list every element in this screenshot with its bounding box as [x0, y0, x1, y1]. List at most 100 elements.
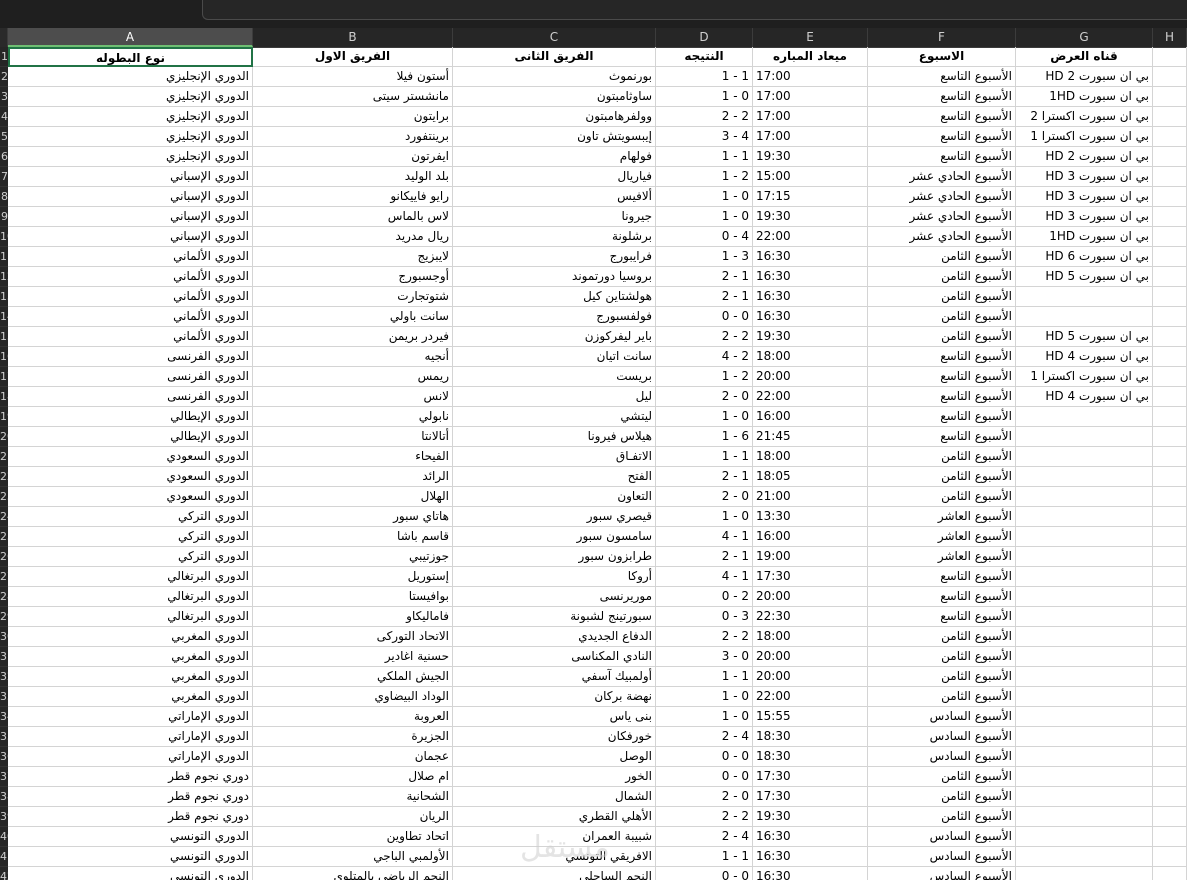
table-cell[interactable]: 2 - 0 — [656, 587, 753, 607]
table-cell[interactable]: الأسبوع الحادي عشر — [868, 207, 1016, 227]
table-cell[interactable] — [1153, 687, 1187, 707]
table-cell[interactable]: الأسبوع العاشر — [868, 527, 1016, 547]
table-cell[interactable]: 1 - 4 — [656, 527, 753, 547]
row-number[interactable]: 41 — [0, 847, 8, 867]
row-number[interactable]: 38 — [0, 787, 8, 807]
table-cell[interactable]: ساوثامبتون — [453, 87, 656, 107]
row-number[interactable]: 18 — [0, 387, 8, 407]
row-number[interactable]: 31 — [0, 647, 8, 667]
table-cell[interactable]: 18:00 — [753, 627, 868, 647]
table-cell[interactable] — [1016, 587, 1153, 607]
table-cell[interactable] — [1153, 147, 1187, 167]
table-cell[interactable] — [1153, 847, 1187, 867]
table-cell[interactable]: الدوري التونسي — [8, 827, 253, 847]
table-cell[interactable]: 19:30 — [753, 807, 868, 827]
table-cell[interactable] — [1016, 307, 1153, 327]
table-cell[interactable]: بي ان سبورت 6 HD — [1016, 247, 1153, 267]
table-cell[interactable]: رايو فاييكانو — [253, 187, 453, 207]
table-cell[interactable]: الدوري الإنجليزي — [8, 147, 253, 167]
table-cell[interactable]: الاتحاد التوركى — [253, 627, 453, 647]
table-cell[interactable]: الهلال — [253, 487, 453, 507]
table-cell[interactable]: 2 - 2 — [656, 807, 753, 827]
table-cell[interactable]: الأسبوع الثامن — [868, 807, 1016, 827]
table-cell[interactable] — [1153, 867, 1187, 880]
row-number[interactable]: 39 — [0, 807, 8, 827]
table-cell[interactable]: 1 - 2 — [656, 467, 753, 487]
table-cell[interactable]: الدوري الإماراتي — [8, 747, 253, 767]
table-cell[interactable]: الأسبوع التاسع — [868, 607, 1016, 627]
table-cell[interactable]: إيبسويتش تاون — [453, 127, 656, 147]
table-cell[interactable]: الدوري التركي — [8, 547, 253, 567]
table-cell[interactable] — [1153, 407, 1187, 427]
row-number[interactable]: 11 — [0, 247, 8, 267]
table-cell[interactable]: فاماليكاو — [253, 607, 453, 627]
table-cell[interactable]: الأسبوع التاسع — [868, 387, 1016, 407]
table-cell[interactable]: 20:00 — [753, 667, 868, 687]
table-cell[interactable] — [1153, 787, 1187, 807]
table-cell[interactable]: 1 - 1 — [656, 147, 753, 167]
table-cell[interactable]: الدوري البرتغالي — [8, 567, 253, 587]
table-cell[interactable]: خورفكان — [453, 727, 656, 747]
table-cell[interactable]: 21:45 — [753, 427, 868, 447]
table-cell[interactable]: الأسبوع السادس — [868, 727, 1016, 747]
table-cell[interactable] — [1153, 127, 1187, 147]
table-cell[interactable] — [1016, 767, 1153, 787]
table-cell[interactable]: بي ان سبورت اكسترا 2 — [1016, 107, 1153, 127]
table-cell[interactable]: الوداد البيضاوي — [253, 687, 453, 707]
table-cell[interactable]: الأسبوع الثامن — [868, 327, 1016, 347]
table-cell[interactable]: 1 - 2 — [656, 267, 753, 287]
table-cell[interactable]: 19:00 — [753, 547, 868, 567]
table-cell[interactable]: 19:30 — [753, 327, 868, 347]
column-header-e[interactable]: E — [753, 28, 868, 47]
table-cell[interactable]: الأسبوع الثامن — [868, 687, 1016, 707]
row-number[interactable]: 16 — [0, 347, 8, 367]
table-cell[interactable]: بي ان سبورت اكسترا 1 — [1016, 367, 1153, 387]
table-cell[interactable] — [1016, 747, 1153, 767]
table-cell[interactable]: برينتفورد — [253, 127, 453, 147]
table-cell[interactable]: 1 - 1 — [656, 67, 753, 87]
table-cell[interactable]: الدوري البرتغالي — [8, 607, 253, 627]
table-cell[interactable]: 15:55 — [753, 707, 868, 727]
header-cell-e[interactable]: ميعاد المباره — [753, 47, 868, 67]
row-number[interactable]: 3 — [0, 87, 8, 107]
table-cell[interactable]: 17:00 — [753, 67, 868, 87]
table-cell[interactable]: شتوتجارت — [253, 287, 453, 307]
table-cell[interactable]: 22:00 — [753, 387, 868, 407]
table-cell[interactable]: الدوري السعودي — [8, 447, 253, 467]
table-cell[interactable]: الدفاع الجديدي — [453, 627, 656, 647]
table-cell[interactable]: الرائد — [253, 467, 453, 487]
table-cell[interactable]: بي ان سبورت اكسترا 1 — [1016, 127, 1153, 147]
table-cell[interactable]: الوصل — [453, 747, 656, 767]
table-cell[interactable]: 0 - 1 — [656, 207, 753, 227]
table-cell[interactable]: 2 - 4 — [656, 347, 753, 367]
table-cell[interactable]: 18:00 — [753, 347, 868, 367]
table-cell[interactable]: 1 - 4 — [656, 567, 753, 587]
table-cell[interactable]: مانشستر سيتى — [253, 87, 453, 107]
table-cell[interactable] — [1153, 467, 1187, 487]
table-cell[interactable]: الأسبوع التاسع — [868, 67, 1016, 87]
table-cell[interactable]: الخور — [453, 767, 656, 787]
table-cell[interactable] — [1153, 367, 1187, 387]
row-number[interactable]: 5 — [0, 127, 8, 147]
row-number[interactable]: 26 — [0, 547, 8, 567]
table-cell[interactable]: 0 - 2 — [656, 787, 753, 807]
table-cell[interactable]: 18:00 — [753, 447, 868, 467]
table-cell[interactable]: أستون فيلا — [253, 67, 453, 87]
table-cell[interactable]: الدوري الإنجليزي — [8, 107, 253, 127]
table-cell[interactable]: 2 - 1 — [656, 167, 753, 187]
table-cell[interactable]: 20:00 — [753, 587, 868, 607]
table-cell[interactable]: الأسبوع العاشر — [868, 547, 1016, 567]
table-cell[interactable]: الشمال — [453, 787, 656, 807]
table-cell[interactable]: النجم الرياضي بالمتلوي — [253, 867, 453, 880]
row-number[interactable]: 2 — [0, 67, 8, 87]
table-cell[interactable]: دوري نجوم قطر — [8, 807, 253, 827]
table-cell[interactable]: 16:30 — [753, 287, 868, 307]
table-cell[interactable]: 19:30 — [753, 207, 868, 227]
table-cell[interactable]: سانت باولي — [253, 307, 453, 327]
table-cell[interactable]: هولشتاين كيل — [453, 287, 656, 307]
table-cell[interactable]: الدوري الإنجليزي — [8, 67, 253, 87]
table-cell[interactable]: الأسبوع الثامن — [868, 307, 1016, 327]
row-number[interactable]: 19 — [0, 407, 8, 427]
table-cell[interactable] — [1153, 447, 1187, 467]
table-cell[interactable]: 3 - 1 — [656, 247, 753, 267]
